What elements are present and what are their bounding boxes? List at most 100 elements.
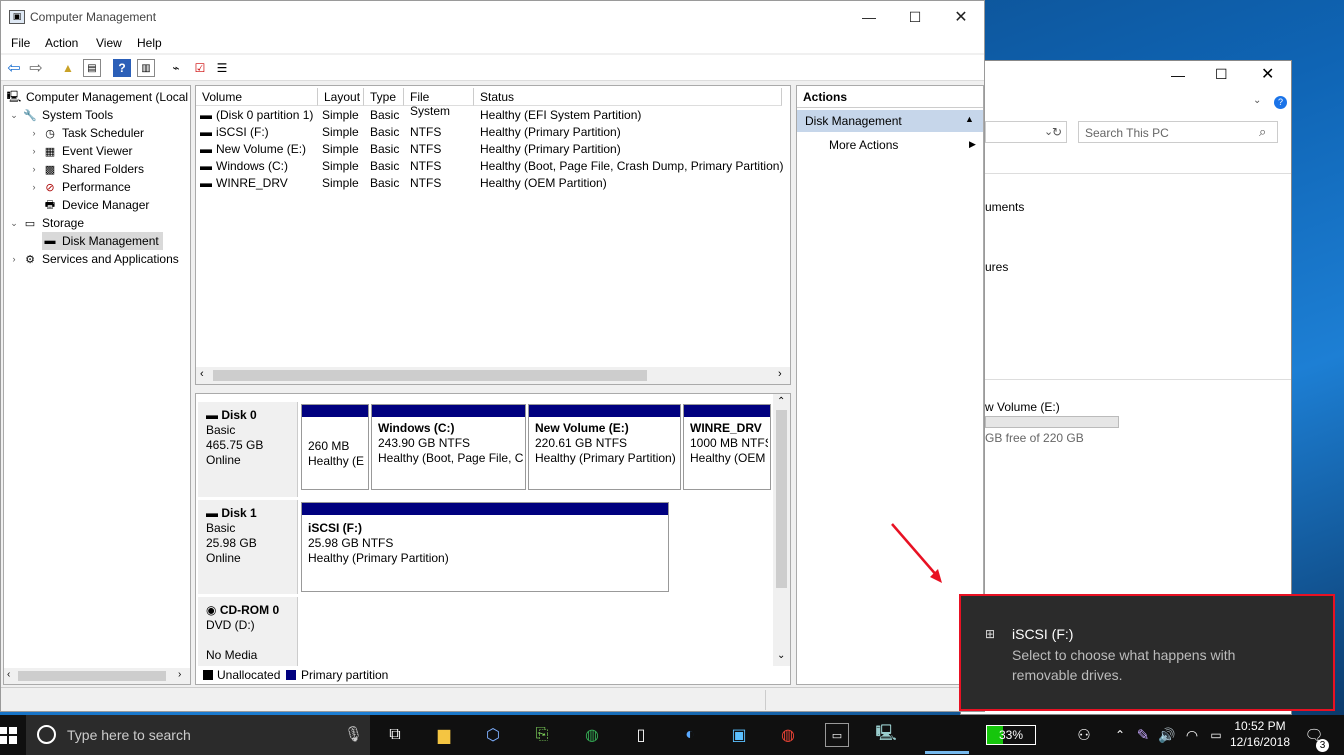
close-button[interactable]: ✕ [938, 1, 984, 33]
table-row[interactable]: ▬ iSCSI (F:) Simple Basic NTFS Healthy (… [196, 124, 790, 141]
table-row[interactable]: ▬ WINRE_DRV Simple Basic NTFS Healthy (O… [196, 175, 790, 192]
document-icon[interactable]: ▯ [629, 723, 653, 747]
tree-item-computer-management[interactable]: 🖳 Computer Management (Local [6, 88, 188, 106]
column-header-layout[interactable]: Layout [318, 88, 364, 106]
expand-down-icon[interactable]: ⌄ [8, 110, 20, 121]
disk-vertical-scrollbar[interactable]: ⌃ ⌄ [773, 394, 790, 668]
taskbar-search-box[interactable]: Type here to search 🎙 [26, 715, 370, 755]
show-hide-action-pane-icon[interactable]: ▥ [137, 59, 155, 77]
address-bar[interactable]: ⌄ ↻ [985, 121, 1067, 143]
column-header-status[interactable]: Status [474, 88, 782, 106]
scroll-left-icon[interactable]: ‹ [200, 368, 204, 380]
computer-management-taskbar-icon[interactable]: 🖳 [874, 723, 898, 747]
tree-item-device-manager[interactable]: 🖶 Device Manager [42, 196, 150, 214]
menu-file[interactable]: File [11, 36, 30, 50]
tree-item-performance[interactable]: › ⊘ Performance [28, 178, 131, 196]
column-header-volume[interactable]: Volume [196, 88, 318, 106]
column-header-type[interactable]: Type [364, 88, 404, 106]
check-icon[interactable]: ☑ [191, 59, 209, 77]
search-input[interactable]: Type here to search [67, 727, 191, 743]
minimize-button[interactable]: — [846, 1, 892, 33]
maximize-icon[interactable]: ☐ [1215, 66, 1228, 83]
actions-section-disk-management[interactable]: Disk Management ▲ [797, 110, 983, 132]
chrome-icon[interactable]: ◍ [580, 723, 604, 747]
forward-arrow-icon[interactable]: ⇨ [27, 59, 45, 77]
menu-action[interactable]: Action [45, 36, 78, 50]
disk-1-label[interactable]: ▬ Disk 1 Basic 25.98 GB Online [198, 500, 298, 594]
people-icon[interactable]: ⚇ [1072, 723, 1096, 747]
partition-new-volume-e[interactable]: New Volume (E:) 220.61 GB NTFS Healthy (… [528, 404, 681, 490]
connect-icon[interactable]: ⌁ [167, 59, 185, 77]
properties-icon[interactable]: ☰ [213, 59, 231, 77]
pen-icon[interactable]: ✎ [1131, 723, 1155, 747]
search-input[interactable]: Search This PC [1085, 126, 1169, 140]
refresh-icon[interactable]: ↻ [1052, 125, 1062, 139]
search-box[interactable]: Search This PC ⌕ [1078, 121, 1278, 143]
back-arrow-icon[interactable]: ⇦ [5, 59, 23, 77]
tree-item-disk-management[interactable]: ▬ Disk Management [42, 232, 163, 250]
app-window-icon[interactable]: ▣ [727, 723, 751, 747]
expand-right-icon[interactable]: › [28, 128, 40, 138]
expand-right-icon[interactable]: › [28, 182, 40, 192]
clock[interactable]: 10:52 PM 12/16/2018 [1228, 718, 1292, 752]
table-row[interactable]: ▬ New Volume (E:) Simple Basic NTFS Heal… [196, 141, 790, 158]
up-folder-icon[interactable]: ▲ [59, 59, 77, 77]
battery-indicator[interactable]: 33% [986, 725, 1036, 745]
partition-efi[interactable]: 260 MB Healthy (E [301, 404, 369, 490]
wifi-icon[interactable]: ◠ [1180, 723, 1204, 747]
drive-name[interactable]: w Volume (E:) [985, 400, 1060, 414]
help-icon[interactable]: ? [113, 59, 131, 77]
scroll-thumb[interactable] [213, 370, 647, 381]
more-actions-item[interactable]: More Actions ▶ [797, 136, 983, 156]
cdrom-0-label[interactable]: ◉ CD-ROM 0 DVD (D:) No Media [198, 597, 298, 669]
network-app-icon[interactable]: ⎘ [530, 723, 554, 747]
explorer-titlebar[interactable]: — ☐ ✕ [961, 61, 1291, 91]
help-icon[interactable]: ? [1274, 96, 1287, 109]
scroll-right-icon[interactable]: › [178, 669, 181, 680]
menu-help[interactable]: Help [137, 36, 162, 50]
microphone-icon[interactable]: 🎙 [344, 725, 363, 743]
tree-item-system-tools[interactable]: ⌄ 🔧 System Tools [8, 106, 113, 124]
table-row[interactable]: ▬ (Disk 0 partition 1) Simple Basic Heal… [196, 107, 790, 124]
app-globe-icon[interactable]: ◐ [678, 723, 702, 747]
file-explorer-icon[interactable]: ▆ [432, 723, 456, 747]
quick-access-documents[interactable]: uments [985, 200, 1024, 214]
scroll-down-icon[interactable]: ⌄ [777, 650, 785, 661]
toast-notification[interactable]: ⊞ iSCSI (F:) Select to choose what happe… [959, 594, 1335, 711]
volume-icon[interactable]: 🔊 [1155, 723, 1179, 747]
tree-item-services-applications[interactable]: › ⚙ Services and Applications [8, 250, 179, 268]
volume-list-horizontal-scrollbar[interactable]: ‹ › [196, 367, 790, 384]
show-hidden-icons-chevron-icon[interactable]: ⌃ [1108, 723, 1132, 747]
tree-item-storage[interactable]: ⌄ ▭ Storage [8, 214, 84, 232]
disk-0-label[interactable]: ▬ Disk 0 Basic 465.75 GB Online [198, 402, 298, 497]
tree-item-event-viewer[interactable]: › ▦ Event Viewer [28, 142, 133, 160]
partition-iscsi-f[interactable]: iSCSI (F:) 25.98 GB NTFS Healthy (Primar… [301, 502, 669, 592]
tree-horizontal-scrollbar[interactable]: ‹ › [4, 668, 190, 684]
show-hide-tree-icon[interactable]: ▤ [83, 59, 101, 77]
computer-management-window[interactable]: ▣ Computer Management — ☐ ✕ File Action … [0, 0, 985, 712]
title-bar[interactable]: ▣ Computer Management — ☐ ✕ [1, 1, 984, 33]
battery-tray-icon[interactable]: ▭ [1204, 723, 1228, 747]
maximize-button[interactable]: ☐ [892, 1, 938, 33]
scroll-thumb[interactable] [18, 671, 166, 681]
start-button[interactable] [0, 715, 26, 755]
scroll-left-icon[interactable]: ‹ [7, 669, 10, 680]
minimize-icon[interactable]: — [1171, 67, 1185, 83]
scroll-right-icon[interactable]: › [778, 368, 782, 380]
table-row[interactable]: ▬ Windows (C:) Simple Basic NTFS Healthy… [196, 158, 790, 175]
virtualbox-icon[interactable]: ⬡ [481, 723, 505, 747]
collapse-up-icon[interactable]: ▲ [965, 114, 974, 124]
scroll-up-icon[interactable]: ⌃ [777, 396, 785, 407]
partition-windows-c[interactable]: Windows (C:) 243.90 GB NTFS Healthy (Boo… [371, 404, 526, 490]
chevron-down-icon[interactable]: ⌄ [1253, 95, 1261, 106]
tree-item-task-scheduler[interactable]: › ◷ Task Scheduler [28, 124, 145, 142]
chrome-second-icon[interactable]: ◍ [776, 723, 800, 747]
tree-item-shared-folders[interactable]: › ▩ Shared Folders [28, 160, 145, 178]
menu-view[interactable]: View [96, 36, 122, 50]
column-header-file-system[interactable]: File System [404, 88, 474, 118]
expand-right-icon[interactable]: › [28, 164, 40, 174]
expand-right-icon[interactable]: › [8, 254, 20, 264]
expand-down-icon[interactable]: ⌄ [8, 218, 20, 229]
expand-right-icon[interactable]: › [28, 146, 40, 156]
quick-access-pictures[interactable]: ures [985, 260, 1008, 274]
